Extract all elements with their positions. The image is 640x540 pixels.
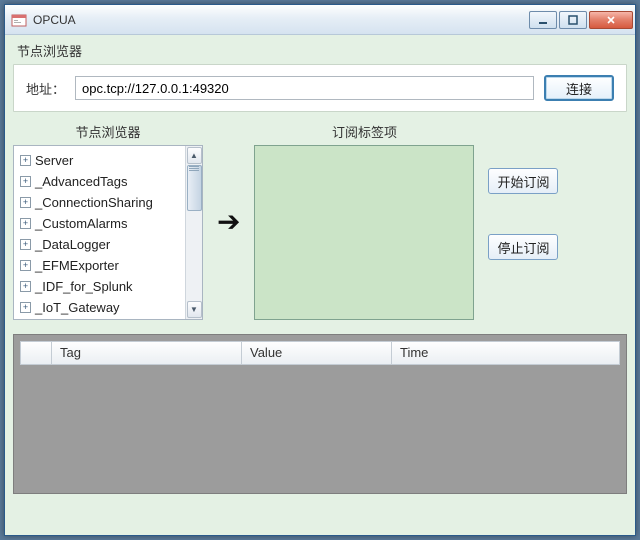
arrow-icon: ➔ [211, 205, 246, 238]
tree-item[interactable]: + _EFMExporter [16, 255, 200, 276]
tree-item-label: _EFMExporter [35, 258, 119, 273]
client-area: 节点浏览器 地址： 连接 节点浏览器 + Server + _AdvancedTag… [5, 35, 635, 502]
expand-icon[interactable]: + [20, 281, 31, 292]
tree-item[interactable]: + _IDF_for_Splunk [16, 276, 200, 297]
browser-title: 节点浏览器 [13, 122, 203, 145]
stop-subscribe-button[interactable]: 停止订阅 [488, 234, 558, 260]
tree-item[interactable]: + Server [16, 150, 200, 171]
tree-item-label: _CustomAlarms [35, 216, 127, 231]
subs-column: 订阅标签项 [254, 122, 474, 320]
address-row: 地址： 连接 [13, 64, 627, 112]
expand-icon[interactable]: + [20, 176, 31, 187]
app-icon [11, 12, 27, 28]
grid-corner[interactable] [20, 341, 52, 365]
tree-item[interactable]: + _AdvancedTags [16, 171, 200, 192]
scroll-up-button[interactable]: ▲ [187, 147, 202, 164]
subs-buttons: 开始订阅 停止订阅 [488, 168, 558, 260]
expand-icon[interactable]: + [20, 155, 31, 166]
tree-item[interactable]: + _ConnectionSharing [16, 192, 200, 213]
window-title: OPCUA [33, 13, 529, 27]
app-window: OPCUA 节点浏览器 地址： 连接 节点浏览器 + Server + _Advan… [4, 4, 636, 536]
expand-icon[interactable]: + [20, 302, 31, 313]
expand-icon[interactable]: + [20, 239, 31, 250]
column-header-time[interactable]: Time [392, 341, 620, 365]
minimize-button[interactable] [529, 11, 557, 29]
node-tree[interactable]: + Server + _AdvancedTags + _ConnectionShari… [13, 145, 203, 320]
expand-icon[interactable]: + [20, 218, 31, 229]
panel-title: 节点浏览器 [13, 39, 627, 64]
grid-header: Tag Value Time [20, 341, 620, 365]
tree-item-label: _AdvancedTags [35, 174, 128, 189]
data-grid[interactable]: Tag Value Time [13, 334, 627, 494]
address-label: 地址： [26, 79, 65, 98]
scroll-thumb[interactable] [187, 165, 202, 211]
connect-button[interactable]: 连接 [544, 75, 614, 101]
tree-item-label: _IoT_Gateway [35, 300, 120, 315]
maximize-button[interactable] [559, 11, 587, 29]
tree-item[interactable]: + _IoT_Gateway [16, 297, 200, 318]
tree-inner: + Server + _AdvancedTags + _ConnectionShari… [14, 146, 202, 320]
browser-column: 节点浏览器 + Server + _AdvancedTags + _Connectio… [13, 122, 203, 320]
tree-item-label: _ConnectionSharing [35, 195, 153, 210]
expand-icon[interactable]: + [20, 260, 31, 271]
address-input[interactable] [75, 76, 534, 100]
window-controls [529, 11, 633, 29]
expand-icon[interactable]: + [20, 197, 31, 208]
scrollbar[interactable]: ▲ ▼ [185, 146, 202, 319]
tree-item-label: _IDF_for_Splunk [35, 279, 133, 294]
start-subscribe-button[interactable]: 开始订阅 [488, 168, 558, 194]
subs-title: 订阅标签项 [254, 122, 474, 145]
close-button[interactable] [589, 11, 633, 29]
subscription-list[interactable] [254, 145, 474, 320]
scroll-down-button[interactable]: ▼ [187, 301, 202, 318]
middle-row: 节点浏览器 + Server + _AdvancedTags + _Connectio… [13, 122, 627, 320]
titlebar[interactable]: OPCUA [5, 5, 635, 35]
column-header-tag[interactable]: Tag [52, 341, 242, 365]
tree-item-label: _DataLogger [35, 237, 110, 252]
tree-item[interactable]: + _CustomAlarms [16, 213, 200, 234]
tree-item[interactable]: + _DataLogger [16, 234, 200, 255]
tree-item-label: Server [35, 153, 73, 168]
column-header-value[interactable]: Value [242, 341, 392, 365]
